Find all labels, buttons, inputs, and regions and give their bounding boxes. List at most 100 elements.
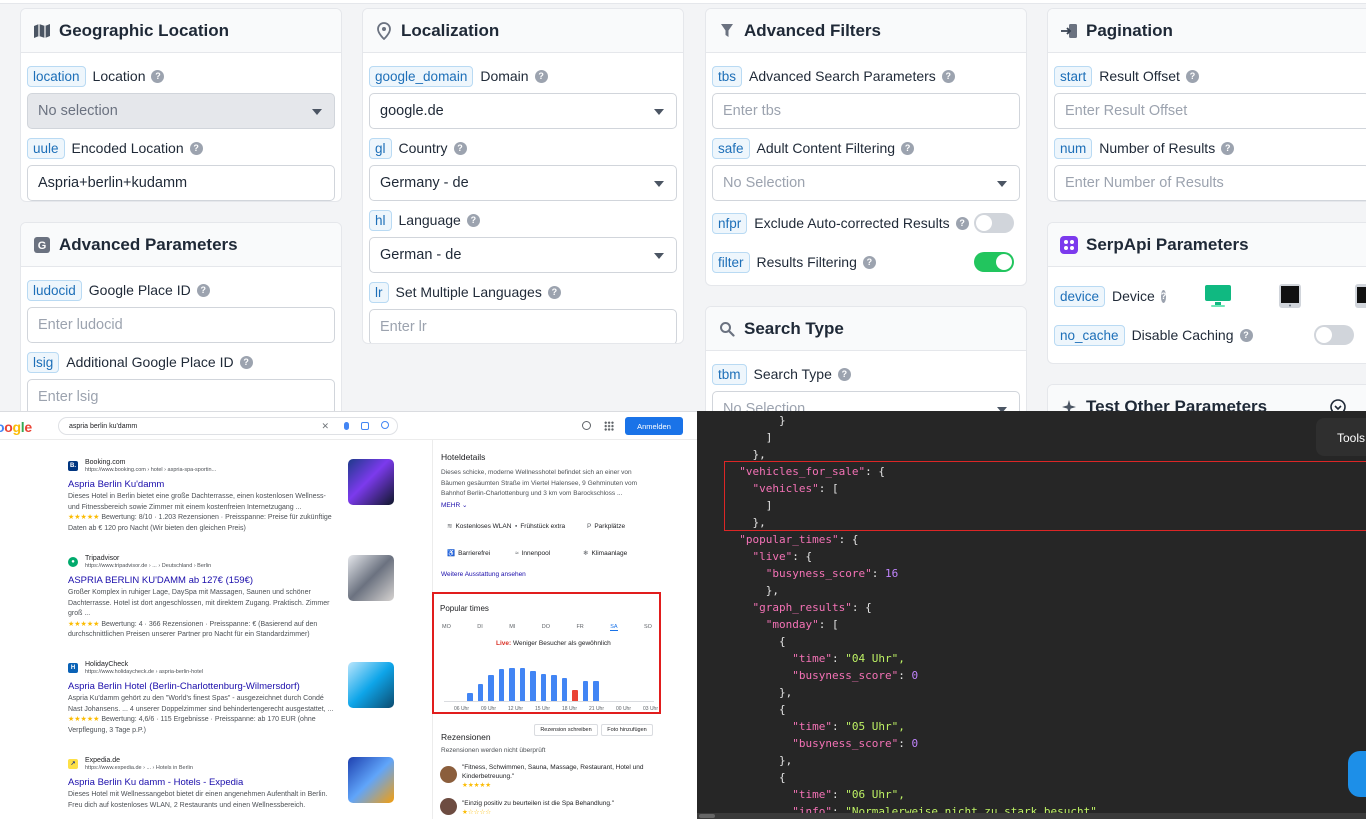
live-indicator: Live: Weniger Besucher als gewöhnlich — [496, 640, 611, 647]
day-tab[interactable]: MI — [509, 624, 515, 631]
nfpr-toggle[interactable] — [974, 213, 1014, 233]
settings-icon[interactable] — [582, 421, 591, 430]
popular-times-bar — [561, 678, 567, 701]
uule-input[interactable]: Aspria+berlin+kudamm — [27, 165, 335, 201]
card-header: Search Type — [706, 307, 1026, 351]
help-icon[interactable]: ? — [239, 355, 253, 369]
mic-icon[interactable] — [344, 422, 349, 430]
result-title-link[interactable]: ASPRIA BERLIN KU'DAMM ab 127€ (159€) — [68, 574, 338, 588]
param-label: Disable Caching — [1131, 327, 1234, 343]
help-icon[interactable]: ? — [941, 69, 955, 83]
result-thumbnail[interactable] — [348, 757, 394, 803]
result-thumbnail[interactable] — [348, 459, 394, 505]
help-icon[interactable]: ? — [453, 141, 467, 155]
input-placeholder: Enter lsig — [38, 389, 99, 405]
select-value: No Selection — [723, 401, 806, 411]
day-tab[interactable]: DI — [477, 624, 483, 631]
amenity-ac: ❄ Klimaanlage — [583, 550, 627, 558]
json-line: ] — [726, 431, 773, 444]
signin-button[interactable]: Anmelden — [625, 417, 683, 435]
filter-toggle[interactable] — [974, 252, 1014, 272]
help-icon[interactable]: ? — [466, 213, 480, 227]
apps-grid-icon[interactable] — [604, 421, 614, 431]
more-amenities-link[interactable]: Weitere Ausstattung ansehen — [441, 570, 656, 581]
add-photo-button[interactable]: Foto hinzufügen — [601, 724, 653, 736]
help-icon[interactable]: ? — [837, 367, 851, 381]
help-icon[interactable]: ? — [955, 216, 969, 230]
json-number: 16 — [884, 567, 899, 580]
serpapi-logo-icon — [1060, 235, 1078, 254]
language-select[interactable]: German - de — [369, 237, 677, 273]
filter-icon — [718, 22, 736, 40]
json-line: }, — [726, 584, 779, 597]
help-icon[interactable]: ? — [862, 255, 876, 269]
lr-input[interactable]: Enter lr — [369, 309, 677, 343]
day-tab[interactable]: DO — [542, 624, 550, 631]
help-icon[interactable]: ? — [1239, 328, 1253, 342]
more-link[interactable]: MEHR ⌄ — [441, 501, 656, 512]
param-code-start: start — [1054, 65, 1093, 87]
result-title-link[interactable]: Aspria Berlin Ku damm - Hotels - Expedia — [68, 776, 338, 790]
popular-times-heading: Popular times — [440, 604, 489, 613]
search-icon[interactable] — [381, 421, 389, 429]
tools-button[interactable]: Tools — [1316, 418, 1366, 456]
desktop-device-icon[interactable] — [1204, 283, 1232, 309]
coffee-icon: ▪ — [515, 523, 518, 530]
result-snippet: Aspria Ku'damm gehört zu den "World's fi… — [68, 695, 334, 713]
result-thumbnail[interactable] — [348, 662, 394, 708]
ludocid-input[interactable]: Enter ludocid — [27, 307, 335, 343]
safe-select[interactable]: No Selection — [712, 165, 1020, 201]
write-review-button[interactable]: Rezension schreiben — [534, 724, 598, 736]
param-label: Adult Content Filtering — [756, 140, 896, 156]
chevron-down-circle-icon[interactable] — [1330, 398, 1346, 411]
tbm-select[interactable]: No Selection — [712, 391, 1020, 411]
day-tab[interactable]: FR — [576, 624, 583, 631]
mobile-device-icon[interactable] — [1348, 283, 1366, 309]
location-select[interactable]: No selection — [27, 93, 335, 129]
result-title-link[interactable]: Aspria Berlin Hotel (Berlin-Charlottenbu… — [68, 680, 338, 694]
chat-fab-button[interactable] — [1348, 751, 1366, 797]
start-input[interactable]: Enter Result Offset — [1054, 93, 1366, 129]
lens-icon[interactable] — [361, 422, 369, 430]
help-icon[interactable]: ? — [901, 141, 915, 155]
help-icon[interactable]: ? — [547, 285, 561, 299]
help-icon[interactable]: ? — [189, 141, 203, 155]
result-url: https://www.expedia.de › ... › Hotels in… — [85, 764, 193, 771]
google-search-box[interactable]: aspria berlin ku'damm ✕ — [58, 417, 398, 435]
result-title-link[interactable]: Aspria Berlin Ku'damm — [68, 478, 338, 492]
clear-icon[interactable]: ✕ — [321, 421, 329, 432]
param-code-uule: uule — [27, 137, 65, 159]
country-select[interactable]: Germany - de — [369, 165, 677, 201]
help-icon[interactable]: ? — [534, 69, 548, 83]
help-icon[interactable]: ? — [1185, 69, 1199, 83]
review-snippet: "Einzig positiv zu beurteilen ist die Sp… — [462, 799, 657, 817]
no-cache-toggle[interactable] — [1314, 325, 1354, 345]
day-tab[interactable]: MO — [442, 624, 451, 631]
day-tab[interactable]: SA — [610, 624, 618, 631]
sparkle-icon — [1060, 398, 1078, 411]
reviewer-avatar — [440, 766, 457, 783]
day-tab[interactable]: SO — [644, 624, 652, 631]
chevron-down-icon — [312, 109, 322, 115]
lsig-input[interactable]: Enter lsig — [27, 379, 335, 411]
card-title: Geographic Location — [59, 20, 230, 40]
help-icon[interactable]: ? — [151, 69, 165, 83]
param-label: Set Multiple Languages — [395, 284, 542, 300]
card-localization: Localization google_domain Domain? google… — [362, 8, 684, 344]
domain-select[interactable]: google.de — [369, 93, 677, 129]
hour-tick-label: 00 Uhr — [616, 706, 632, 712]
num-input[interactable]: Enter Number of Results — [1054, 165, 1366, 201]
card-header[interactable]: Test Other Parameters — [1048, 385, 1366, 411]
input-placeholder: Enter Result Offset — [1065, 103, 1188, 119]
param-label: Location — [92, 68, 146, 84]
rating-stars: ★★★★★ — [68, 514, 100, 521]
help-icon[interactable]: ? — [1160, 289, 1167, 303]
live-label: Live: — [496, 640, 512, 647]
tbs-input[interactable]: Enter tbs — [712, 93, 1020, 129]
result-thumbnail[interactable] — [348, 555, 394, 601]
horizontal-scrollbar[interactable] — [697, 813, 1366, 819]
help-icon[interactable]: ? — [196, 283, 210, 297]
card-title: Advanced Filters — [744, 20, 881, 40]
tablet-device-icon[interactable] — [1276, 283, 1304, 309]
help-icon[interactable]: ? — [1221, 141, 1235, 155]
